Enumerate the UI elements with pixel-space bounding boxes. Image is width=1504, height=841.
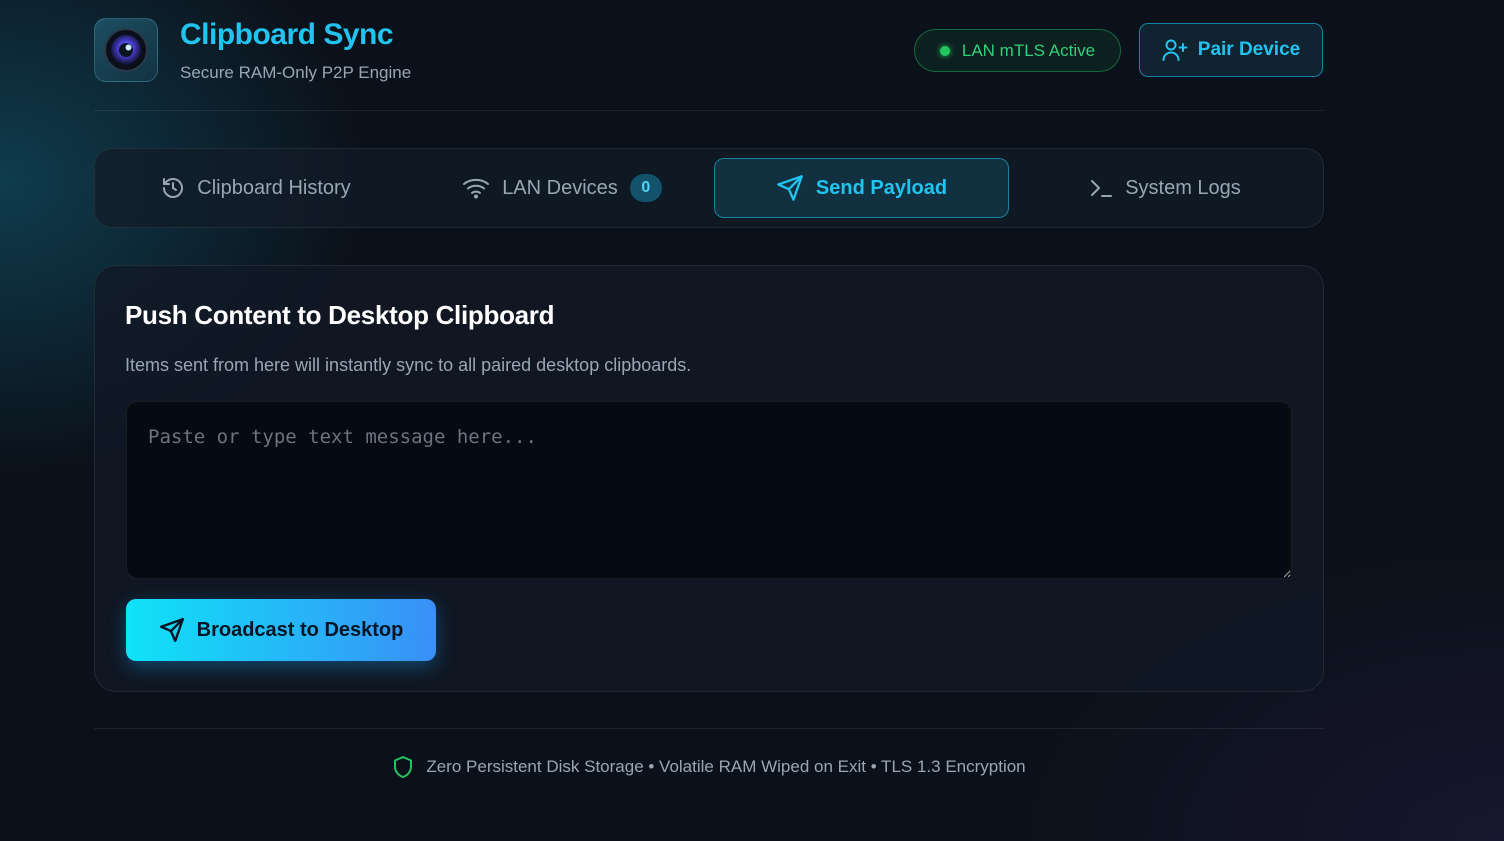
lens-logo-icon <box>104 28 148 72</box>
tab-system-logs[interactable]: System Logs <box>1020 158 1310 218</box>
tab-lan-devices[interactable]: LAN Devices 0 <box>417 158 707 218</box>
tab-label: Send Payload <box>815 176 948 199</box>
panel-description: Items sent from here will instantly sync… <box>125 355 692 375</box>
footer-divider <box>94 728 1324 729</box>
wifi-icon <box>463 178 490 199</box>
broadcast-button[interactable]: Broadcast to Desktop <box>126 599 436 661</box>
tab-clipboard-history[interactable]: Clipboard History <box>111 158 401 218</box>
payload-text-input[interactable] <box>126 401 1292 579</box>
status-label: LAN mTLS Active <box>961 40 1096 60</box>
broadcast-label: Broadcast to Desktop <box>196 618 404 641</box>
pair-device-label: Pair Device <box>1197 39 1301 60</box>
app-container: Clipboard Sync Secure RAM-Only P2P Engin… <box>94 0 1324 778</box>
terminal-icon <box>1091 180 1113 197</box>
app-header: Clipboard Sync Secure RAM-Only P2P Engin… <box>94 0 1324 111</box>
app-subtitle: Secure RAM-Only P2P Engine <box>180 63 412 82</box>
connection-status-badge: LAN mTLS Active <box>914 29 1121 72</box>
device-count-badge: 0 <box>629 174 662 202</box>
tab-label: Clipboard History <box>197 176 351 199</box>
send-icon <box>159 617 184 643</box>
pair-device-button[interactable]: Pair Device <box>1139 23 1323 77</box>
security-footer: Zero Persistent Disk Storage • Volatile … <box>94 752 1324 782</box>
send-payload-panel: Push Content to Desktop Clipboard Items … <box>94 265 1324 692</box>
shield-icon <box>394 756 413 778</box>
tab-label: System Logs <box>1125 176 1241 199</box>
status-dot-icon <box>939 45 950 56</box>
footer-text: Zero Persistent Disk Storage • Volatile … <box>426 757 1026 776</box>
send-icon <box>777 175 803 201</box>
main-tabs: Clipboard History LAN Devices 0 Send Pay… <box>94 148 1324 228</box>
app-logo <box>94 18 158 82</box>
tab-send-payload[interactable]: Send Payload <box>714 158 1009 218</box>
app-title: Clipboard Sync <box>180 18 394 51</box>
user-plus-icon <box>1162 39 1188 61</box>
panel-title: Push Content to Desktop Clipboard <box>125 300 555 330</box>
history-icon <box>163 178 184 198</box>
tab-label: LAN Devices <box>502 176 618 199</box>
